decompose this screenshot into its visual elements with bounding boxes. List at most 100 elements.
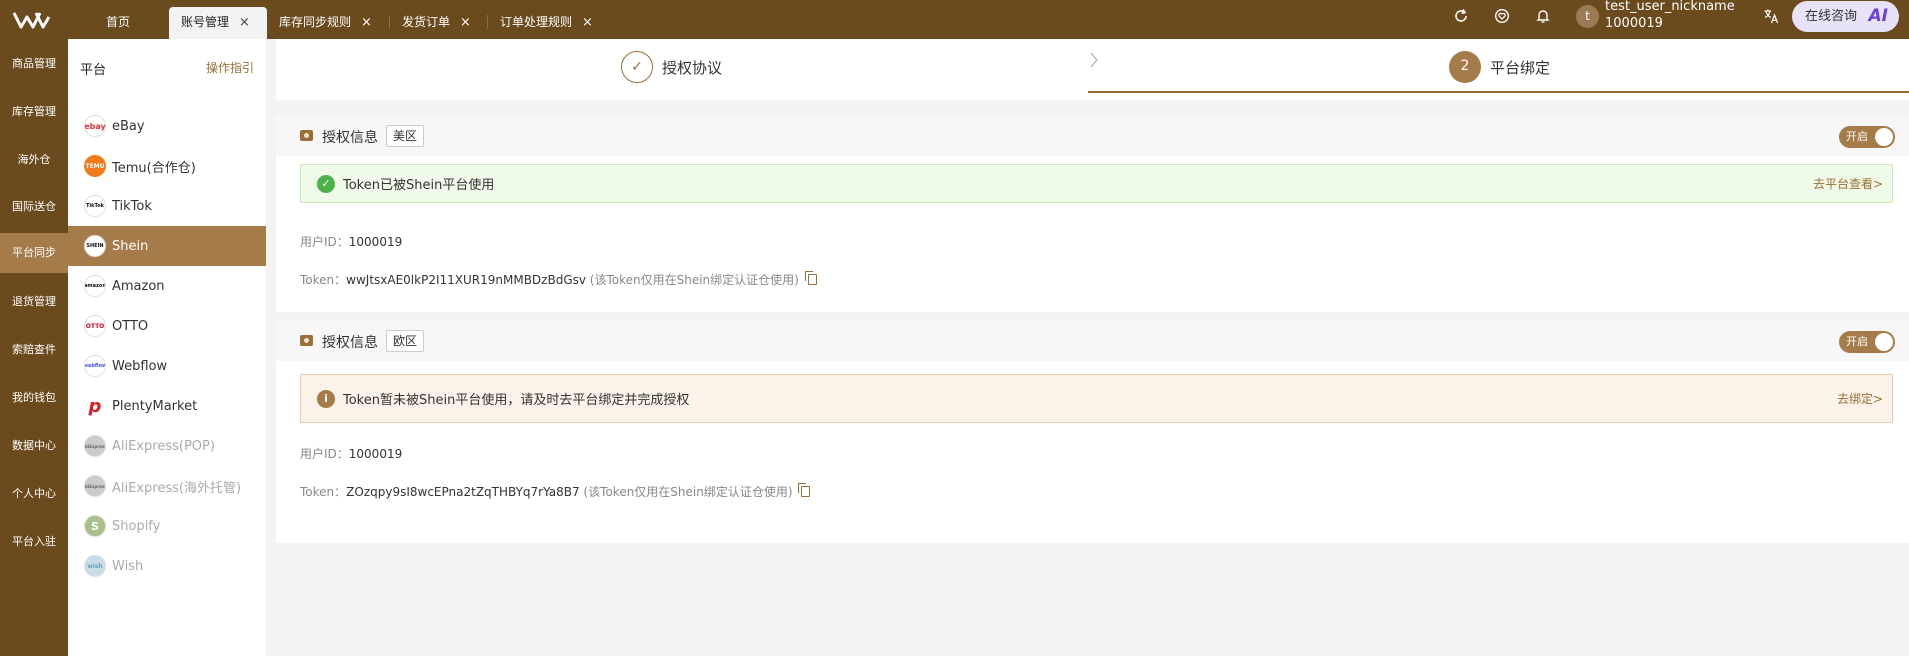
user-id: 1000019 [1605, 16, 1663, 31]
user-id-label: 用户ID： [300, 235, 349, 249]
wish-logo-icon: wish [84, 555, 106, 577]
sidebar-item-international-delivery[interactable]: 国际送仓 [0, 187, 68, 227]
info-icon: i [317, 389, 335, 408]
platform-item-ebay[interactable]: ebay eBay [68, 106, 266, 146]
sidebar-item-wallet[interactable]: 我的钱包 [0, 378, 68, 418]
consult-label: 在线咨询 [1805, 9, 1858, 24]
shein-logo-icon: SHEIN [84, 235, 106, 257]
sidebar-item-claims[interactable]: 索赔查件 [0, 330, 68, 370]
platform-item-plentymarket[interactable]: p PlentyMarket [68, 386, 266, 426]
platform-item-otto[interactable]: OTTO OTTO [68, 306, 266, 346]
amazon-logo-icon: amazon [84, 275, 106, 297]
enable-toggle[interactable]: 开启 [1839, 331, 1895, 353]
platform-label: Amazon [112, 278, 165, 294]
tab-account-management[interactable]: 账号管理 × [169, 7, 267, 39]
tab-label: 发货订单 [402, 15, 451, 29]
active-step-underline [1088, 91, 1909, 93]
tiktok-logo-icon: TikTok [84, 195, 106, 217]
toggle-knob [1875, 333, 1893, 351]
section-header: 授权信息 美区 开启 [276, 116, 1909, 156]
sidebar-item-platform-onboarding[interactable]: 平台入驻 [0, 522, 68, 562]
bell-icon[interactable] [1533, 6, 1553, 26]
section-title: 授权信息 [322, 130, 378, 146]
auth-section-eu: 授权信息 欧区 开启 i Token暂未被Shein平台使用，请及时去平台绑定并… [276, 321, 1909, 543]
top-bar: 首页 账号管理 × 库存同步规则 × 发货订单 × 订单处理规则 × t test_us… [0, 0, 1909, 39]
toggle-label: 开启 [1846, 130, 1868, 143]
token-note: (该Token仅用在Shein绑定认证仓使用) [589, 273, 799, 287]
sidebar-item-overseas-warehouse[interactable]: 海外仓 [0, 140, 68, 180]
alert-text: Token已被Shein平台使用 [343, 178, 495, 193]
temu-logo-icon: TEMU [84, 155, 106, 177]
sidebar-nav: 商品管理 库存管理 海外仓 国际送仓 平台同步 退货管理 索赔查件 我的钱包 数… [0, 39, 68, 656]
tab-label: 库存同步规则 [279, 15, 352, 29]
sidebar-item-inventory[interactable]: 库存管理 [0, 92, 68, 132]
platform-item-wish[interactable]: wish Wish [68, 546, 266, 586]
platform-item-tiktok[interactable]: TikTok TikTok [68, 186, 266, 226]
close-icon[interactable]: × [582, 15, 593, 30]
tab-label: 账号管理 [181, 15, 230, 29]
sidebar-item-returns[interactable]: 退货管理 [0, 282, 68, 322]
sidebar-item-personal-center[interactable]: 个人中心 [0, 474, 68, 514]
sidebar-item-products[interactable]: 商品管理 [0, 44, 68, 84]
user-info[interactable]: test_user_nickname 1000019 [1605, 0, 1735, 32]
token-row: Token：ZOzqpy9sI8wcEPna2tZqTHBYq7rYa8B7 (… [300, 483, 811, 500]
platform-label: Wish [112, 558, 144, 574]
operation-guide-link[interactable]: 操作指引 [206, 59, 254, 76]
close-icon[interactable]: × [460, 15, 471, 30]
platform-item-temu[interactable]: TEMU Temu(合作仓) [68, 146, 266, 186]
token-status-alert: ✓ Token已被Shein平台使用 去平台查看> [300, 164, 1893, 203]
check-circle-icon: ✓ [317, 174, 335, 193]
tab-inventory-sync-rules[interactable]: 库存同步规则 × [267, 7, 372, 39]
alert-text: Token暂未被Shein平台使用，请及时去平台绑定并完成授权 [343, 393, 690, 408]
platform-item-amazon[interactable]: amazon Amazon [68, 266, 266, 306]
platform-item-aliexpress-overseas[interactable]: AliExpress AliExpress(海外托管) [68, 466, 266, 506]
sidebar-item-platform-sync[interactable]: 平台同步 [0, 233, 68, 273]
ai-icon: AI [1868, 6, 1888, 26]
token-label: Token： [300, 273, 347, 287]
heart-icon[interactable] [1492, 6, 1512, 26]
platform-label: Webflow [112, 358, 168, 374]
platform-label: PlentyMarket [112, 398, 198, 414]
close-icon[interactable]: × [361, 15, 372, 30]
sidebar-item-data-center[interactable]: 数据中心 [0, 426, 68, 466]
avatar[interactable]: t [1576, 5, 1599, 28]
refresh-icon[interactable] [1451, 6, 1471, 26]
platform-panel: 平台 操作指引 ebay eBay TEMU Temu(合作仓) TikTok … [68, 39, 266, 656]
platform-label: AliExpress(海外托管) [112, 480, 242, 496]
auth-info-icon [300, 130, 313, 141]
go-bind-link[interactable]: 去绑定> [1837, 390, 1883, 407]
platform-label: eBay [112, 118, 145, 134]
platform-item-shein[interactable]: SHEIN Shein [68, 226, 266, 266]
platform-item-webflow[interactable]: webflow Webflow [68, 346, 266, 386]
tab-home[interactable]: 首页 [94, 7, 130, 39]
shopify-logo-icon: S [84, 515, 106, 537]
copy-icon[interactable] [804, 271, 817, 285]
tab-home-label: 首页 [106, 15, 131, 29]
view-on-platform-link[interactable]: 去平台查看> [1813, 175, 1883, 192]
step-authorization-agreement[interactable]: 授权协议 [662, 57, 722, 78]
token-note: (该Token仅用在Shein绑定认证仓使用) [583, 485, 793, 499]
platform-label: AliExpress(POP) [112, 438, 215, 454]
tab-order-rules[interactable]: 订单处理规则 × [488, 7, 593, 39]
platform-item-shopify[interactable]: S Shopify [68, 506, 266, 546]
user-name: test_user_nickname [1605, 0, 1735, 14]
step-number: 2 [1449, 51, 1481, 83]
section-title: 授权信息 [322, 335, 378, 351]
close-icon[interactable]: × [239, 15, 250, 30]
platform-label: Shein [112, 238, 149, 254]
step-platform-binding[interactable]: 平台绑定 [1490, 57, 1550, 78]
platform-label: OTTO [112, 318, 149, 334]
online-consult-button[interactable]: 在线咨询 AI [1792, 1, 1899, 32]
token-value: ZOzqpy9sI8wcEPna2tZqTHBYq7rYa8B7 [346, 485, 580, 499]
region-tag: 欧区 [386, 330, 425, 352]
brand-logo-icon[interactable] [0, 0, 68, 39]
token-label: Token： [300, 485, 347, 499]
translate-icon[interactable] [1761, 6, 1781, 26]
platform-item-aliexpress-pop[interactable]: AliExpress AliExpress(POP) [68, 426, 266, 466]
platform-panel-title: 平台 [80, 63, 107, 78]
auth-section-us: 授权信息 美区 开启 ✓ Token已被Shein平台使用 去平台查看> 用户I… [276, 116, 1909, 312]
enable-toggle[interactable]: 开启 [1839, 126, 1895, 148]
tab-shipping-orders[interactable]: 发货订单 × [390, 7, 471, 39]
ebay-logo-icon: ebay [84, 115, 106, 137]
copy-icon[interactable] [798, 483, 811, 497]
